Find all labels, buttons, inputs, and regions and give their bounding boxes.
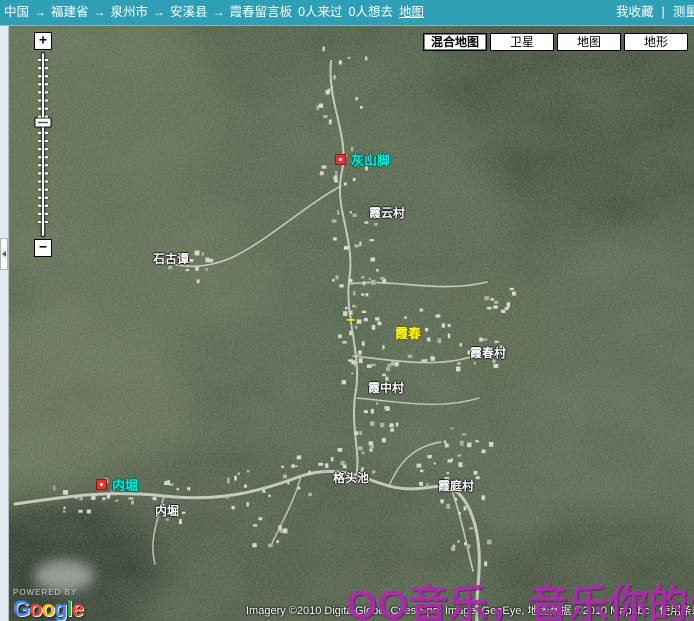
want-count: 0人想去 bbox=[348, 5, 393, 19]
breadcrumb-county[interactable]: 安溪县 bbox=[170, 5, 208, 19]
zoom-in-button[interactable]: + bbox=[34, 32, 52, 50]
village-label: 石古谭 bbox=[153, 252, 190, 266]
red-marker-icon[interactable] bbox=[335, 154, 346, 165]
map-type-switcher: 混合地图 卫星 地图 地形 bbox=[423, 33, 688, 51]
map-type-satellite[interactable]: 卫星 bbox=[490, 33, 554, 51]
google-logo[interactable]: Google bbox=[13, 596, 84, 621]
poi-marker-huishanjiao[interactable]: 灰山脚 bbox=[335, 150, 390, 169]
center-place-label: 霞春 bbox=[395, 326, 422, 341]
map-type-hybrid[interactable]: 混合地图 bbox=[423, 33, 487, 51]
poi-label: 内堀 bbox=[112, 478, 139, 493]
page-title: 霞春留言板 bbox=[229, 5, 293, 19]
poi-label: 灰山脚 bbox=[351, 153, 391, 168]
map-link[interactable]: 地图 bbox=[399, 5, 424, 19]
topbar-actions: 我收藏 | 测量距离 bbox=[612, 0, 694, 25]
visited-count: 0人来过 bbox=[298, 5, 343, 19]
breadcrumb-bar: 中国 → 福建省 → 泉州市 → 安溪县 → 霞春留言板 0人来过 0人想去地图 我收藏 | 测量距离 bbox=[0, 0, 694, 26]
arrow-icon: → bbox=[153, 5, 166, 19]
separator: | bbox=[661, 5, 665, 19]
map-type-terrain[interactable]: 地形 bbox=[624, 33, 688, 51]
qq-music-watermark: QQ音乐，音乐你的生活 bbox=[346, 583, 694, 621]
breadcrumb-city[interactable]: 泉州市 bbox=[111, 5, 149, 19]
map-type-map[interactable]: 地图 bbox=[557, 33, 621, 51]
map-page: 中国→福建省→泉州市→安溪县→霞春留言板0人来过0人想去地图 我收藏|测量距离 bbox=[0, 0, 694, 621]
side-panel-strip bbox=[0, 26, 9, 621]
zoom-slider[interactable] bbox=[34, 52, 52, 237]
arrow-icon: → bbox=[93, 5, 106, 19]
breadcrumb-province[interactable]: 福建省 bbox=[51, 5, 89, 19]
red-marker-icon[interactable] bbox=[96, 479, 107, 490]
village-label: 霞云村 bbox=[369, 206, 406, 220]
breadcrumb-country[interactable]: 中国 bbox=[4, 5, 29, 19]
poi-marker-neiku[interactable]: 内堀 bbox=[96, 475, 138, 494]
arrow-icon: → bbox=[212, 5, 225, 19]
village-label: 格头池 bbox=[333, 471, 370, 485]
village-label: 霞中村 bbox=[368, 381, 405, 395]
zoom-out-button[interactable]: − bbox=[34, 239, 52, 257]
map-canvas[interactable]: 混合地图 卫星 地图 地形 + − 霞云村 石古谭 霞春村 霞中村 格头池 霞庭… bbox=[9, 26, 694, 621]
zoom-control: + − bbox=[34, 32, 52, 257]
measure-link[interactable]: 测量距离 bbox=[673, 5, 694, 19]
google-branding: POWERED BY Google bbox=[13, 589, 84, 621]
collapse-arrow-icon bbox=[2, 251, 6, 257]
village-label: 霞春村 bbox=[470, 346, 507, 360]
village-label: 内堀 bbox=[155, 504, 180, 518]
village-label: 霞庭村 bbox=[438, 479, 475, 493]
breadcrumb: 中国 → 福建省 → 泉州市 → 安溪县 → 霞春留言板 0人来过 0人想去 地图 bbox=[1, 0, 427, 25]
arrow-icon: → bbox=[34, 5, 47, 19]
favorite-link[interactable]: 我收藏 bbox=[616, 5, 654, 19]
map-center-cross-icon: + bbox=[346, 312, 356, 329]
collapse-panel-button[interactable] bbox=[0, 238, 8, 270]
